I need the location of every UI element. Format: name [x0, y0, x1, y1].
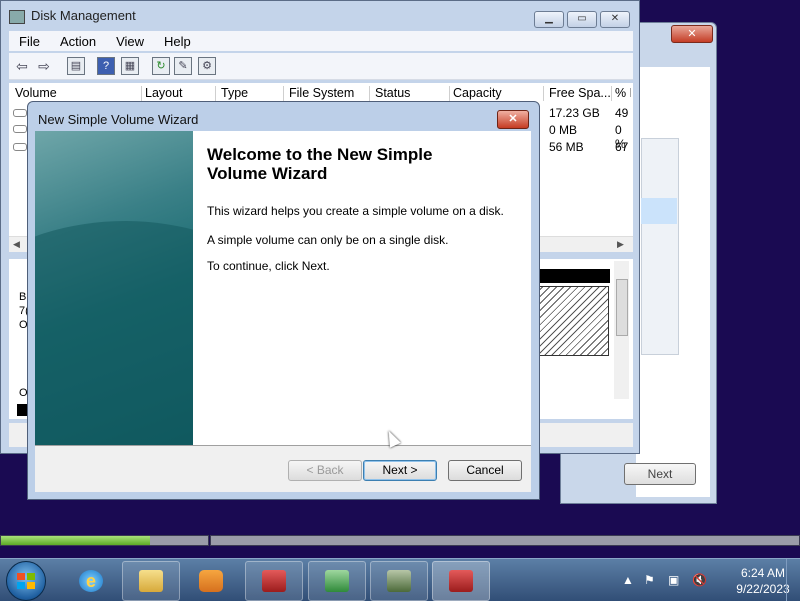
column-file-system[interactable]: File System	[289, 86, 370, 101]
wizard-continue-text: To continue, click Next.	[207, 259, 330, 273]
help-icon[interactable]: ?	[97, 57, 115, 75]
menu-bar: File Action View Help	[9, 31, 633, 51]
taskbar-windows-explorer[interactable]	[122, 561, 180, 601]
wizard-title: New Simple Volume Wizard	[38, 112, 199, 127]
menu-action[interactable]: Action	[50, 31, 106, 52]
disk-install-icon	[325, 570, 349, 592]
progress-fill-left	[1, 536, 151, 545]
windows-logo-icon	[17, 573, 35, 589]
next-button[interactable]: Next >	[363, 460, 437, 481]
taskbar-media-player[interactable]	[182, 561, 240, 601]
settings-icon[interactable]: ⚙	[198, 57, 216, 75]
taskbar-computer-management[interactable]	[370, 561, 428, 601]
close-button[interactable]: ✕	[600, 11, 630, 28]
background-selection	[641, 198, 677, 224]
unallocated-partition[interactable]	[539, 286, 609, 356]
background-next-button[interactable]: Next	[624, 463, 696, 485]
show-hidden-icons-icon[interactable]: ▲	[622, 573, 634, 587]
scroll-left-icon[interactable]: ◀	[13, 239, 20, 250]
volume-list-header: Volume Layout Type File System Status Ca…	[9, 83, 633, 102]
column-layout[interactable]: Layout	[145, 86, 216, 101]
show-desktop-button[interactable]	[786, 559, 800, 601]
wizard-intro-text: This wizard helps you create a simple vo…	[207, 204, 504, 218]
menu-view[interactable]: View	[106, 31, 154, 52]
wizard-banner	[35, 131, 193, 445]
scroll-right-icon[interactable]: ▶	[617, 239, 624, 250]
forward-arrow-icon[interactable]: ⇨	[35, 57, 53, 75]
partition-header-bar	[538, 269, 610, 283]
cancel-button[interactable]: Cancel	[448, 460, 522, 481]
toolbox-icon	[449, 570, 473, 592]
volume-muted-icon[interactable]: 🔇	[692, 573, 707, 587]
background-panel	[641, 138, 679, 355]
wizard-content: Welcome to the New Simple Volume Wizard …	[193, 131, 531, 445]
computer-management-icon	[387, 570, 411, 592]
wizard-separator	[35, 445, 531, 446]
disk-label-text: B	[19, 291, 27, 303]
back-button[interactable]: < Back	[288, 460, 362, 481]
toolbox-icon	[262, 570, 286, 592]
wizard-close-button[interactable]: ✕	[497, 110, 529, 129]
volume-row-icon[interactable]	[13, 143, 27, 151]
rescan-icon[interactable]: ✎	[174, 57, 192, 75]
window-title-text: Disk Management	[31, 8, 136, 23]
folder-icon	[139, 570, 163, 592]
free-space-cell: 17.23 GB	[549, 106, 600, 120]
properties-icon[interactable]: ▦	[121, 57, 139, 75]
wizard-client-area: Welcome to the New Simple Volume Wizard …	[35, 131, 531, 492]
scroll-thumb[interactable]	[616, 279, 628, 336]
show-hide-tree-icon[interactable]: ▤	[67, 57, 85, 75]
column-capacity[interactable]: Capacity	[453, 86, 544, 101]
window-title: Disk Management	[9, 5, 136, 27]
banner-swoosh	[35, 221, 193, 445]
toolbar: ⇦ ⇨ ▤ ? ▦ ↻ ✎ ⚙	[9, 53, 633, 80]
percent-free-cell: 67	[615, 140, 629, 154]
progress-bar-left	[0, 535, 209, 546]
start-button[interactable]	[6, 561, 46, 601]
refresh-icon[interactable]: ↻	[152, 57, 170, 75]
vertical-scrollbar[interactable]	[614, 261, 629, 399]
disk-management-icon	[9, 9, 25, 24]
taskbar-disk-install-app[interactable]	[308, 561, 366, 601]
column-status[interactable]: Status	[375, 86, 450, 101]
progress-bar-right	[210, 535, 800, 546]
percent-free-cell: 49	[615, 106, 629, 120]
minimize-button[interactable]: ▁	[534, 11, 564, 28]
volume-row-icon[interactable]	[13, 125, 27, 133]
column-type[interactable]: Type	[221, 86, 284, 101]
back-arrow-icon[interactable]: ⇦	[13, 57, 31, 75]
maximize-button[interactable]: ▭	[567, 11, 597, 28]
media-player-icon	[199, 570, 223, 592]
free-space-cell: 0 MB	[549, 123, 578, 137]
volume-row-icon[interactable]	[13, 109, 27, 117]
internet-explorer-icon: e	[79, 570, 103, 592]
column-free-space[interactable]: Free Spa...	[549, 86, 612, 101]
menu-help[interactable]: Help	[154, 31, 201, 52]
free-space-cell: 56 MB	[549, 140, 584, 154]
network-icon[interactable]: ▣	[668, 573, 679, 587]
column-percent-free[interactable]: % F	[615, 86, 631, 101]
new-simple-volume-wizard: New Simple Volume Wizard ✕ Welcome to th…	[27, 101, 540, 500]
wizard-info-text: A simple volume can only be on a single …	[207, 233, 449, 247]
wizard-heading-line1: Welcome to the New Simple	[207, 145, 433, 164]
taskbar-internet-explorer[interactable]: e	[62, 561, 120, 601]
taskbar-toolbox-app-active[interactable]	[432, 561, 490, 601]
wizard-heading-line2: Volume Wizard	[207, 164, 328, 183]
system-tray: ▲ ⚑ ▣ 🔇 6:24 AM 9/22/2023	[620, 559, 800, 601]
menu-file[interactable]: File	[9, 31, 50, 52]
background-close-button[interactable]: ✕	[671, 25, 713, 43]
column-volume[interactable]: Volume	[15, 86, 142, 101]
action-center-flag-icon[interactable]: ⚑	[644, 573, 655, 587]
wizard-heading: Welcome to the New Simple Volume Wizard	[207, 145, 507, 183]
taskbar: e ▲ ⚑ ▣ 🔇 6:24 AM 9/22/2023	[0, 558, 800, 601]
taskbar-toolbox-app[interactable]	[245, 561, 303, 601]
